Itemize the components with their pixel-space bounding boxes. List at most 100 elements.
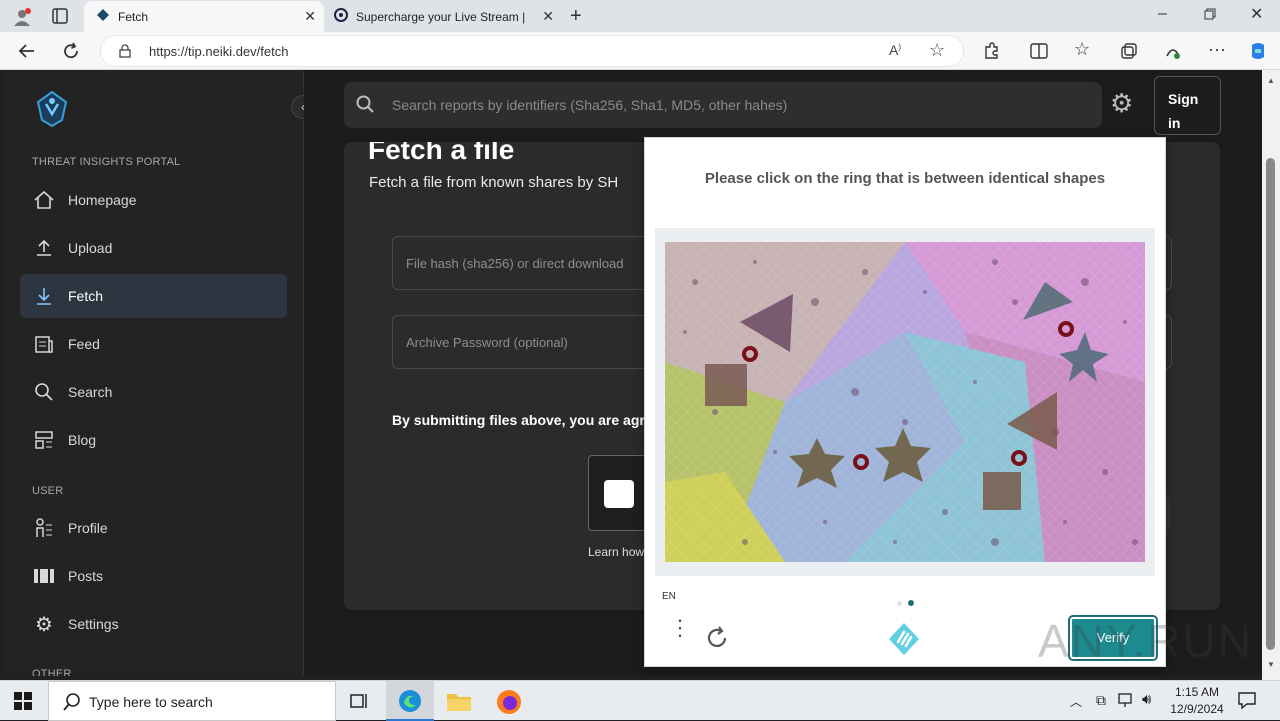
sidebar-item-upload[interactable]: Upload bbox=[20, 226, 287, 270]
sidebar: ‹ THREAT INSIGHTS PORTAL Homepage Upload… bbox=[4, 70, 315, 676]
scroll-thumb[interactable] bbox=[1266, 158, 1275, 650]
video-icon bbox=[604, 480, 634, 508]
captcha-menu-icon[interactable]: ⋮ bbox=[669, 617, 691, 639]
sidebar-item-blog[interactable]: Blog bbox=[20, 418, 287, 462]
maximize-icon[interactable] bbox=[1204, 8, 1216, 24]
url-field[interactable]: https://tip.neiki.dev/fetch A) ☆ bbox=[100, 35, 964, 67]
taskbar-search-placeholder: Type here to search bbox=[89, 694, 213, 710]
sidebar-item-label: Blog bbox=[68, 432, 97, 448]
home-icon bbox=[32, 188, 56, 212]
read-aloud-icon[interactable]: A) bbox=[889, 42, 901, 58]
scroll-up-arrow-icon[interactable]: ▲ bbox=[1267, 76, 1275, 85]
captcha-dialog: Please click on the ring that is between… bbox=[644, 137, 1166, 667]
sidebar-item-label: Upload bbox=[68, 240, 113, 256]
performance-icon[interactable] bbox=[1164, 42, 1182, 64]
favorites-icon[interactable]: ☆ bbox=[1074, 40, 1090, 58]
search-icon bbox=[63, 693, 81, 716]
other-section-label: OTHER bbox=[32, 668, 72, 676]
minimize-icon[interactable]: – bbox=[1158, 6, 1167, 22]
page-indicator bbox=[897, 593, 914, 611]
captcha-image-frame bbox=[655, 228, 1155, 576]
windows-taskbar: Type here to search ︿ ⧉ 🔊︎ 1:15 AM 12/9/… bbox=[0, 680, 1280, 721]
report-search-input[interactable]: Search reports by identifiers (Sha256, S… bbox=[344, 82, 1102, 128]
notification-icon[interactable] bbox=[1238, 691, 1256, 714]
address-bar-row: https://tip.neiki.dev/fetch A) ☆ ☆ ··· bbox=[0, 32, 1280, 70]
browser-tab-bar: Fetch ✕ Supercharge your Live Stream | S… bbox=[0, 0, 1280, 32]
refresh-icon[interactable] bbox=[62, 42, 80, 64]
profile-icon bbox=[32, 516, 56, 540]
captcha-prompt: Please click on the ring that is between… bbox=[704, 170, 1106, 187]
user-section-label: USER bbox=[32, 485, 64, 497]
captcha-refresh-icon[interactable] bbox=[705, 626, 729, 655]
sidebar-item-homepage[interactable]: Homepage bbox=[20, 178, 287, 222]
show-hidden-icons[interactable]: ︿ bbox=[1070, 693, 1082, 710]
sidebar-item-fetch[interactable]: Fetch bbox=[20, 274, 287, 318]
favorite-star-icon[interactable]: ☆ bbox=[929, 40, 945, 61]
lock-icon bbox=[119, 44, 131, 63]
tab-actions-icon[interactable] bbox=[52, 8, 68, 28]
captcha-challenge-image[interactable] bbox=[665, 242, 1145, 562]
profile-avatar-icon[interactable] bbox=[12, 7, 32, 31]
search-icon bbox=[356, 95, 374, 116]
close-tab-icon[interactable]: ✕ bbox=[542, 8, 554, 25]
close-window-icon[interactable]: ✕ bbox=[1250, 7, 1263, 23]
split-screen-icon[interactable] bbox=[1030, 42, 1048, 64]
page-subtitle: Fetch a file from known shares by SH bbox=[369, 174, 619, 191]
gear-icon: ⚙ bbox=[35, 613, 53, 636]
scroll-down-arrow-icon[interactable]: ▼ bbox=[1267, 660, 1275, 669]
sidebar-item-feed[interactable]: Feed bbox=[20, 322, 287, 366]
sign-in-button[interactable]: Sign in bbox=[1154, 76, 1221, 135]
password-placeholder: Archive Password (optional) bbox=[406, 334, 568, 350]
portal-section-label: THREAT INSIGHTS PORTAL bbox=[32, 156, 181, 168]
settings-gear-icon[interactable]: ⚙ bbox=[1110, 90, 1133, 116]
tab-label: Fetch bbox=[118, 9, 149, 24]
neiki-logo[interactable] bbox=[34, 90, 70, 133]
device-icon[interactable]: ⧉ bbox=[1096, 692, 1106, 709]
file-explorer-icon[interactable] bbox=[446, 690, 472, 717]
terms-text: By submitting files above, you are agre bbox=[392, 412, 653, 428]
tab-stream[interactable]: Supercharge your Live Stream | S ✕ bbox=[324, 1, 562, 32]
page-dot bbox=[897, 601, 902, 606]
new-tab-icon[interactable]: + bbox=[570, 6, 582, 26]
learn-how-text[interactable]: Learn how bbox=[588, 545, 644, 559]
sidebar-item-posts[interactable]: Posts bbox=[20, 554, 287, 598]
sidebar-item-profile[interactable]: Profile bbox=[20, 506, 287, 550]
taskbar-search-box[interactable]: Type here to search bbox=[48, 681, 336, 721]
hcaptcha-logo-icon[interactable] bbox=[887, 622, 921, 661]
page-scrollbar[interactable]: ▲ ▼ bbox=[1262, 70, 1280, 680]
sidebar-item-settings[interactable]: ⚙ Settings bbox=[20, 602, 287, 646]
sidebar-item-label: Homepage bbox=[68, 192, 137, 208]
search-icon bbox=[32, 380, 56, 404]
clock-date[interactable]: 12/9/2024 bbox=[1166, 702, 1228, 716]
language-label[interactable]: EN bbox=[662, 591, 676, 602]
neiki-icon bbox=[96, 8, 110, 25]
download-icon bbox=[32, 284, 56, 308]
clock-time[interactable]: 1:15 AM bbox=[1172, 685, 1222, 699]
sidebar-item-label: Settings bbox=[68, 616, 119, 632]
extensions-icon[interactable] bbox=[982, 42, 1000, 64]
edge-taskbar-icon[interactable] bbox=[386, 681, 434, 721]
firefox-icon[interactable] bbox=[496, 689, 522, 720]
collections-icon[interactable] bbox=[1120, 42, 1138, 64]
task-view-icon[interactable] bbox=[350, 692, 370, 715]
volume-icon[interactable]: 🔊︎ bbox=[1142, 691, 1151, 708]
watermark: ANY.RUN bbox=[1038, 615, 1254, 667]
tab-fetch[interactable]: Fetch ✕ bbox=[84, 1, 324, 32]
copilot-icon[interactable] bbox=[1248, 41, 1268, 65]
start-windows-icon[interactable] bbox=[14, 692, 32, 715]
stream-icon bbox=[334, 8, 348, 25]
top-bar: Search reports by identifiers (Sha256, S… bbox=[304, 70, 1262, 142]
sidebar-item-label: Search bbox=[68, 384, 113, 400]
network-icon[interactable] bbox=[1118, 692, 1136, 713]
hash-placeholder: File hash (sha256) or direct download bbox=[406, 255, 624, 271]
back-icon[interactable] bbox=[18, 42, 36, 64]
more-menu-icon[interactable]: ··· bbox=[1208, 40, 1226, 58]
sign-in-label: Sign in bbox=[1168, 91, 1199, 131]
sidebar-item-label: Fetch bbox=[68, 288, 104, 304]
upload-icon bbox=[32, 236, 56, 260]
blog-icon bbox=[32, 428, 56, 452]
sidebar-item-search[interactable]: Search bbox=[20, 370, 287, 414]
sidebar-item-label: Profile bbox=[68, 520, 108, 536]
close-tab-icon[interactable]: ✕ bbox=[304, 8, 316, 25]
tab-label: Supercharge your Live Stream | S bbox=[356, 9, 526, 24]
